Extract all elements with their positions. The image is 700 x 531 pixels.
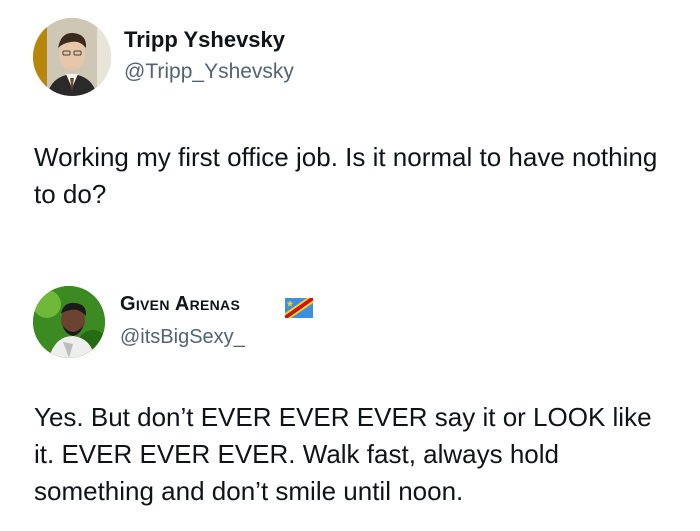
author-handle[interactable]: @Tripp_Yshevsky: [124, 60, 294, 84]
avatar[interactable]: [33, 286, 105, 358]
tweet-text: Yes. But don’t EVER EVER EVER say it or …: [34, 402, 652, 506]
author-name[interactable]: Given Arenas: [120, 293, 240, 316]
avatar-portrait-icon: [33, 286, 105, 358]
avatar-portrait-icon: [33, 18, 111, 96]
avatar[interactable]: [33, 18, 111, 96]
author-handle[interactable]: @itsBigSexy_: [120, 326, 245, 349]
author-name[interactable]: Tripp Yshevsky: [124, 27, 285, 53]
tweet-text: Working my first office job. Is it norma…: [34, 142, 658, 209]
dr-congo-flag-icon: [285, 298, 313, 318]
